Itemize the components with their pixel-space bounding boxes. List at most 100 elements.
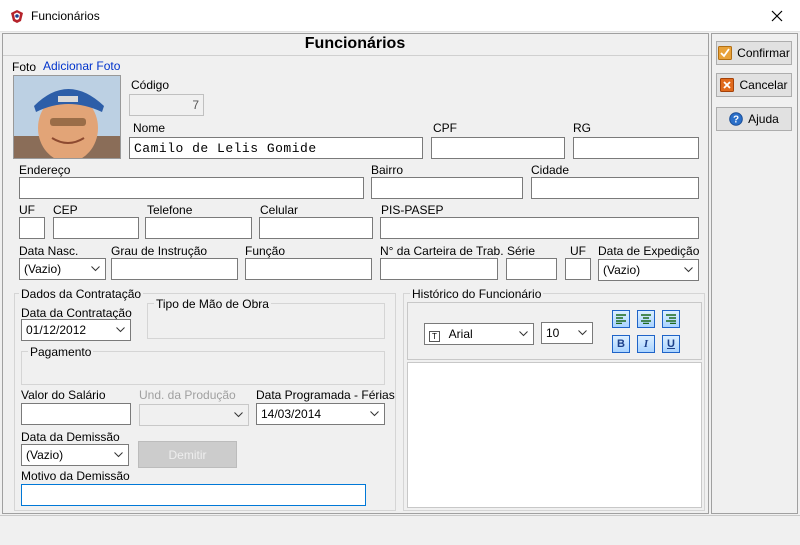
status-bar bbox=[0, 515, 800, 545]
ajuda-button[interactable]: ? Ajuda bbox=[716, 107, 792, 131]
title-bar bbox=[0, 0, 800, 32]
chevron-down-icon[interactable] bbox=[574, 324, 591, 342]
data-exp-label: Data de Expedição bbox=[598, 244, 700, 258]
endereco-label: Endereço bbox=[19, 163, 71, 177]
serie-field[interactable] bbox=[506, 258, 557, 280]
uf-carteira-label: UF bbox=[570, 244, 586, 258]
und-producao-label: Und. da Produção bbox=[139, 388, 236, 402]
funcao-field[interactable] bbox=[245, 258, 372, 280]
align-left-button[interactable] bbox=[612, 310, 630, 328]
align-right-button[interactable] bbox=[662, 310, 680, 328]
font-value: Arial bbox=[448, 327, 473, 341]
cpf-label: CPF bbox=[433, 121, 457, 135]
grau-label: Grau de Instrução bbox=[111, 244, 208, 258]
celular-label: Celular bbox=[260, 203, 299, 217]
und-producao-select[interactable] bbox=[139, 404, 249, 426]
cancelar-button[interactable]: Cancelar bbox=[716, 73, 792, 97]
size-select[interactable]: 10 bbox=[541, 322, 593, 344]
historico-caption: Histórico do Funcionário bbox=[410, 287, 544, 301]
confirmar-button[interactable]: Confirmar bbox=[716, 41, 792, 65]
nome-field[interactable]: Camilo de Lelis Gomide bbox=[129, 137, 423, 159]
motivo-label: Motivo da Demissão bbox=[21, 469, 130, 483]
data-contratacao-select[interactable]: 01/12/2012 bbox=[21, 319, 131, 341]
underline-button[interactable]: U bbox=[662, 335, 680, 353]
data-nasc-select[interactable]: (Vazio) bbox=[19, 258, 106, 280]
italic-button[interactable]: I bbox=[637, 335, 655, 353]
chevron-down-icon[interactable] bbox=[112, 321, 129, 339]
cancelar-label: Cancelar bbox=[739, 78, 788, 92]
salario-field[interactable] bbox=[21, 403, 131, 425]
chevron-down-icon[interactable] bbox=[366, 405, 383, 423]
add-photo-link[interactable]: Adicionar Foto bbox=[43, 59, 120, 73]
uf-carteira-field[interactable] bbox=[565, 258, 591, 280]
rg-field[interactable] bbox=[573, 137, 699, 159]
bairro-label: Bairro bbox=[371, 163, 404, 177]
contratacao-caption: Dados da Contratação bbox=[19, 287, 144, 301]
svg-text:?: ? bbox=[733, 115, 739, 126]
align-center-icon bbox=[641, 314, 651, 324]
tipo-mao-obra-caption: Tipo de Mão de Obra bbox=[154, 297, 271, 311]
bairro-field[interactable] bbox=[371, 177, 523, 199]
ferias-select[interactable]: 14/03/2014 bbox=[256, 403, 385, 425]
employee-photo[interactable] bbox=[13, 75, 121, 159]
confirmar-label: Confirmar bbox=[737, 46, 790, 60]
cep-field[interactable] bbox=[53, 217, 139, 239]
photo-label: Foto bbox=[12, 60, 37, 74]
font-icon: T bbox=[429, 331, 440, 342]
nome-label: Nome bbox=[133, 121, 166, 135]
uf-label: UF bbox=[19, 203, 35, 217]
chevron-down-icon[interactable] bbox=[515, 325, 532, 343]
chevron-down-icon[interactable] bbox=[110, 446, 127, 464]
cancel-icon bbox=[720, 78, 735, 92]
cpf-field[interactable] bbox=[431, 137, 565, 159]
data-exp-select[interactable]: (Vazio) bbox=[598, 259, 699, 281]
font-select[interactable]: T Arial bbox=[424, 323, 534, 345]
historico-editor[interactable] bbox=[407, 362, 702, 508]
chevron-down-icon[interactable] bbox=[230, 406, 247, 424]
form-title: Funcionários bbox=[304, 35, 406, 52]
uf-field[interactable] bbox=[19, 217, 45, 239]
pis-label: PIS-PASEP bbox=[381, 203, 444, 217]
demissao-value: (Vazio) bbox=[26, 448, 64, 462]
ajuda-label: Ajuda bbox=[748, 112, 779, 126]
cidade-label: Cidade bbox=[531, 163, 570, 177]
funcao-label: Função bbox=[245, 244, 286, 258]
data-exp-value: (Vazio) bbox=[603, 263, 641, 277]
help-icon: ? bbox=[729, 112, 743, 126]
codigo-field[interactable]: 7 bbox=[129, 94, 204, 116]
grau-field[interactable] bbox=[111, 258, 238, 280]
window-title: Funcionários bbox=[31, 9, 100, 23]
cidade-field[interactable] bbox=[531, 177, 699, 199]
align-right-icon bbox=[666, 314, 676, 324]
demitir-button[interactable]: Demitir bbox=[138, 441, 237, 468]
demissao-select[interactable]: (Vazio) bbox=[21, 444, 129, 466]
close-icon bbox=[771, 10, 783, 22]
check-icon bbox=[718, 46, 733, 60]
data-contratacao-label: Data da Contratação bbox=[21, 306, 132, 320]
salario-label: Valor do Salário bbox=[21, 388, 106, 402]
pis-field[interactable] bbox=[380, 217, 699, 239]
align-left-icon bbox=[616, 314, 626, 324]
telefone-label: Telefone bbox=[147, 203, 193, 217]
italic-icon: I bbox=[643, 338, 649, 350]
carteira-field[interactable] bbox=[380, 258, 498, 280]
bold-icon: B bbox=[617, 338, 625, 350]
celular-field[interactable] bbox=[259, 217, 373, 239]
demissao-label: Data da Demissão bbox=[21, 430, 120, 444]
data-nasc-label: Data Nasc. bbox=[19, 244, 79, 258]
telefone-field[interactable] bbox=[145, 217, 252, 239]
align-center-button[interactable] bbox=[637, 310, 655, 328]
serie-label: Série bbox=[507, 244, 536, 258]
endereco-field[interactable] bbox=[19, 177, 364, 199]
close-button[interactable] bbox=[754, 0, 800, 32]
motivo-field[interactable] bbox=[21, 484, 366, 506]
pagamento-caption: Pagamento bbox=[28, 345, 94, 359]
data-contratacao-value: 01/12/2012 bbox=[26, 323, 87, 337]
chevron-down-icon[interactable] bbox=[87, 260, 104, 278]
codigo-label: Código bbox=[131, 78, 170, 92]
chevron-down-icon[interactable] bbox=[680, 261, 697, 279]
rg-label: RG bbox=[573, 121, 591, 135]
size-value: 10 bbox=[546, 326, 560, 340]
data-nasc-value: (Vazio) bbox=[24, 262, 62, 276]
bold-button[interactable]: B bbox=[612, 335, 630, 353]
